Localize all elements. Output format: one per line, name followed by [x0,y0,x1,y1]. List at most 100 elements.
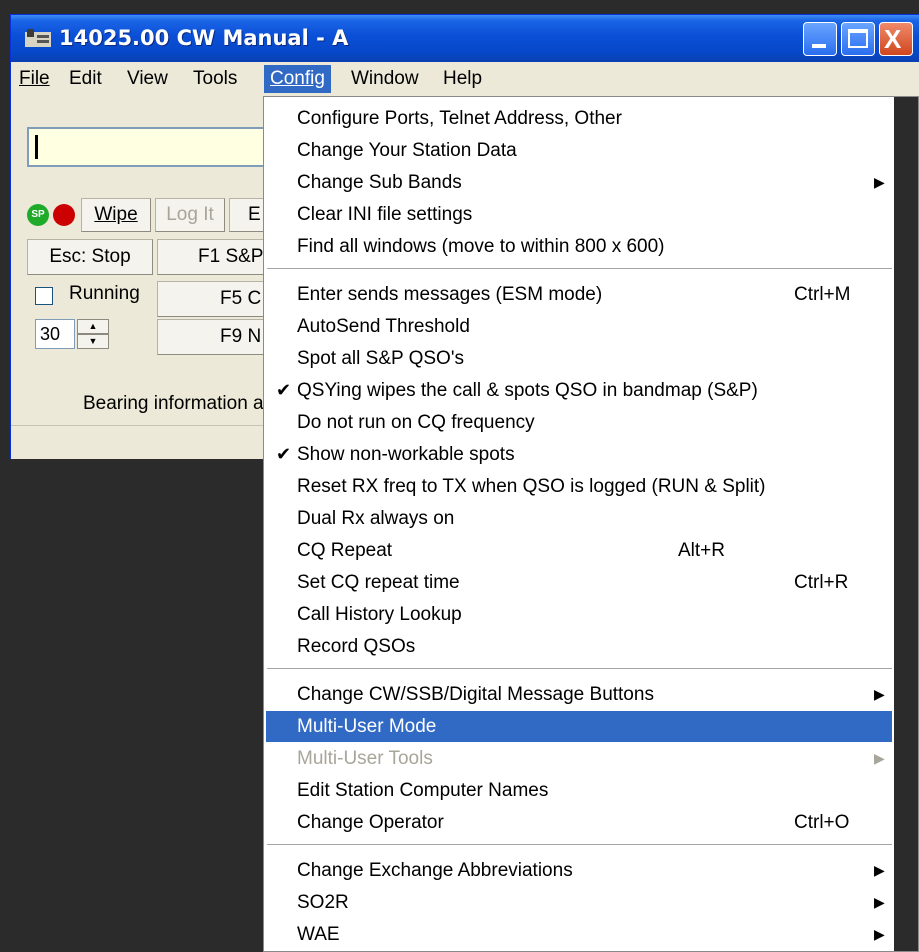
menu-edit[interactable]: Edit [69,67,102,91]
text-caret [35,135,38,159]
menu-item-multi-user-tools: Multi-User Tools ▶ [266,743,892,774]
menu-item-label: Change Sub Bands [297,172,462,193]
menu-config[interactable]: Config [264,65,331,93]
running-label: Running [69,283,140,304]
shortcut-label: Ctrl+O [794,812,850,833]
shortcut-label: Ctrl+M [794,284,851,305]
menu-item-label: Spot all S&P QSO's [297,348,464,369]
maximize-button[interactable] [841,22,875,56]
spinner: ▲ ▼ [77,319,109,349]
close-button[interactable]: X [879,22,913,56]
menu-item-label: Call History Lookup [297,604,462,625]
window-title: 14025.00 CW Manual - A [59,26,349,50]
menu-tools[interactable]: Tools [193,67,237,91]
menu-item-label: Do not run on CQ frequency [297,412,535,433]
menu-item-set-cq-repeat-time[interactable]: Set CQ repeat time Ctrl+R [266,567,892,598]
menu-separator [267,268,892,272]
submenu-arrow-icon: ▶ [874,894,885,910]
check-icon: ✔ [276,380,292,400]
menu-item-label: Dual Rx always on [297,508,455,529]
menu-item-dual-rx-always-on[interactable]: Dual Rx always on [266,503,892,534]
menu-item-wae[interactable]: WAE ▶ [266,919,892,950]
menu-window[interactable]: Window [351,67,419,91]
menu-item-so2r[interactable]: SO2R ▶ [266,887,892,918]
app-icon [25,29,51,47]
menu-item-label: Enter sends messages (ESM mode) [297,284,603,305]
menu-item-change-cw-ssb-digital-message-buttons[interactable]: Change CW/SSB/Digital Message Buttons ▶ [266,679,892,710]
menu-item-spot-all-s-p-qso-s[interactable]: Spot all S&P QSO's [266,343,892,374]
menu-item-autosend-threshold[interactable]: AutoSend Threshold [266,311,892,342]
menu-item-label: Configure Ports, Telnet Address, Other [297,108,622,129]
menu-item-enter-sends-messages-esm-mode[interactable]: Enter sends messages (ESM mode) Ctrl+M [266,279,892,310]
menu-item-label: Multi-User Mode [297,716,437,737]
esc-stop-button[interactable]: Esc: Stop [27,239,153,275]
check-icon: ✔ [276,444,292,464]
menu-item-label: QSYing wipes the call & spots QSO in ban… [297,380,758,401]
menu-item-change-operator[interactable]: Change Operator Ctrl+O [266,807,892,838]
menu-item-clear-ini-file-settings[interactable]: Clear INI file settings [266,199,892,230]
menu-item-label: Find all windows (move to within 800 x 6… [297,236,665,257]
spin-up-icon[interactable]: ▲ [77,319,109,334]
menu-file[interactable]: File [19,67,50,91]
close-icon: X [884,24,902,54]
menu-item-change-exchange-abbreviations[interactable]: Change Exchange Abbreviations ▶ [266,855,892,886]
sp-indicator: SP [27,204,49,226]
menu-item-do-not-run-on-cq-frequency[interactable]: Do not run on CQ frequency [266,407,892,438]
menu-item-label: Show non-workable spots [297,444,515,465]
menu-item-qsying-wipes-the-call-spots-qso-in-bandmap-s-p[interactable]: ✔ QSYing wipes the call & spots QSO in ba… [266,375,892,406]
menu-item-label: Reset RX freq to TX when QSO is logged (… [297,476,766,497]
menu-item-label: Record QSOs [297,636,416,657]
config-dropdown-menu: Configure Ports, Telnet Address, Other Ch… [263,96,919,952]
menu-item-label: Edit Station Computer Names [297,780,549,801]
menu-item-configure-ports-telnet-address-other[interactable]: Configure Ports, Telnet Address, Other [266,103,892,134]
menu-separator [267,844,892,848]
menu-item-label: Change Operator [297,812,444,833]
menu-bar: File Edit View Tools Config Window Help [11,63,919,93]
bearing-info-text: Bearing information a [83,393,264,414]
minimize-icon [812,44,826,48]
minimize-button[interactable] [803,22,837,56]
f1-button[interactable]: F1 S&P [157,239,279,275]
stop-indicator [53,204,75,226]
menu-view[interactable]: View [127,67,168,91]
menu-help[interactable]: Help [443,67,482,91]
running-checkbox[interactable] [35,287,53,305]
menu-item-multi-user-mode[interactable]: Multi-User Mode [266,711,892,742]
menu-item-reset-rx-freq-to-tx-when-qso-is-logged-run-split[interactable]: Reset RX freq to TX when QSO is logged (… [266,471,892,502]
menu-item-label: SO2R [297,892,349,913]
menu-item-label: CQ Repeat [297,540,393,561]
menu-item-change-sub-bands[interactable]: Change Sub Bands ▶ [266,167,892,198]
menu-item-edit-station-computer-names[interactable]: Edit Station Computer Names [266,775,892,806]
menu-item-change-your-station-data[interactable]: Change Your Station Data [266,135,892,166]
menu-item-label: WAE [297,924,340,945]
menu-item-record-qsos[interactable]: Record QSOs [266,631,892,662]
menu-item-cq-repeat[interactable]: CQ Repeat Alt+R [266,535,892,566]
menu-item-show-non-workable-spots[interactable]: ✔ Show non-workable spots [266,439,892,470]
submenu-arrow-icon: ▶ [874,174,885,190]
title-bar[interactable]: 14025.00 CW Manual - A X [11,15,919,62]
menu-item-label: Multi-User Tools [297,748,433,769]
menu-item-find-all-windows-move-to-within-800-x-600[interactable]: Find all windows (move to within 800 x 6… [266,231,892,262]
submenu-arrow-icon: ▶ [874,686,885,702]
submenu-arrow-icon: ▶ [874,862,885,878]
menu-item-call-history-lookup[interactable]: Call History Lookup [266,599,892,630]
submenu-arrow-icon: ▶ [874,926,885,942]
wipe-button[interactable]: Wipe [81,198,151,232]
menu-item-label: Change CW/SSB/Digital Message Buttons [297,684,654,705]
log-it-button[interactable]: Log It [155,198,225,232]
menu-item-label: AutoSend Threshold [297,316,470,337]
menu-shadow-edge [894,97,918,951]
shortcut-label: Alt+R [678,540,725,561]
f5-button[interactable]: F5 C [157,281,279,317]
menu-item-label: Change Exchange Abbreviations [297,860,573,881]
f9-button[interactable]: F9 N [157,319,279,355]
menu-item-label: Clear INI file settings [297,204,473,225]
shortcut-label: Ctrl+R [794,572,849,593]
spin-down-icon[interactable]: ▼ [77,334,109,349]
cq-repeat-seconds-input[interactable]: 30 [35,319,75,349]
menu-separator [267,668,892,672]
menu-item-label: Set CQ repeat time [297,572,460,593]
menu-item-label: Change Your Station Data [297,140,517,161]
maximize-icon [848,29,868,48]
submenu-arrow-icon: ▶ [874,750,885,766]
